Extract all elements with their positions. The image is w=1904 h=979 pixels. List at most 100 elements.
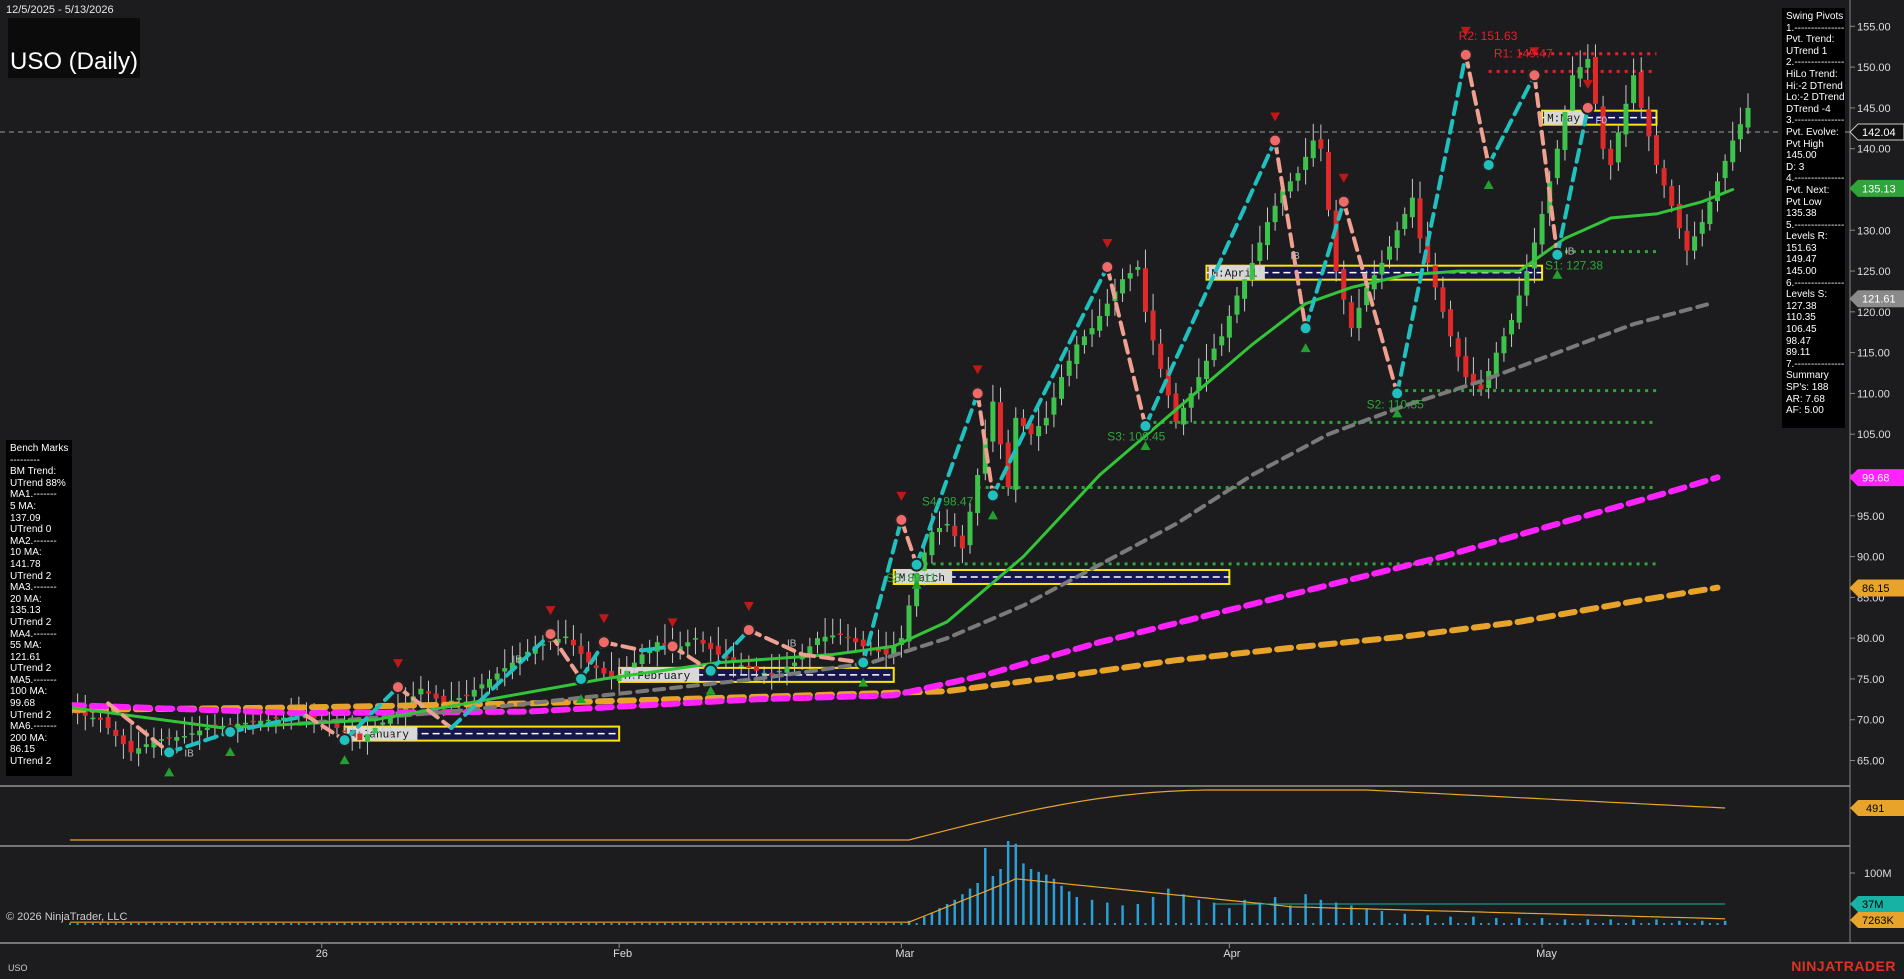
swing-pivot-line: 145.00 (1786, 150, 1817, 162)
candle-body (1066, 360, 1072, 376)
candle-body (1455, 338, 1461, 357)
candle-body (1577, 67, 1583, 79)
candle-body (578, 645, 584, 654)
candle-body (753, 666, 759, 671)
candle-body (845, 636, 851, 639)
bench-mark-line: MA3.------- (10, 582, 57, 594)
pivot-low-marker (703, 663, 718, 678)
ib-label: IB (184, 748, 194, 759)
candle-body (708, 642, 714, 650)
candle-body (860, 639, 866, 647)
candle-body (998, 402, 1004, 445)
candle-body (1684, 230, 1690, 251)
y-tick-label: 70.00 (1857, 715, 1885, 727)
chart-window: { "header": {"date_range": "12/5/2025 - … (0, 0, 1904, 979)
candle-body (1257, 242, 1263, 261)
candle-body (1295, 173, 1301, 181)
bench-mark-line: 121.61 (10, 651, 41, 663)
candle-body (959, 535, 965, 549)
pivot-high-marker (970, 386, 985, 401)
candle-body (1562, 111, 1568, 150)
candle-body (1592, 56, 1598, 104)
candle-body (1249, 262, 1255, 280)
candle-body (1539, 213, 1545, 245)
candle-body (1081, 336, 1087, 346)
f0-label: F0 (1595, 115, 1607, 126)
swing-pivot-line: Summary (1786, 370, 1829, 382)
candle-body (136, 748, 142, 754)
ib-label: IB (1565, 247, 1575, 258)
y-tick-label: 65.00 (1857, 756, 1885, 768)
candle-body (189, 733, 195, 735)
candle-body (1570, 75, 1576, 111)
candle-body (853, 638, 859, 643)
candle-body (143, 744, 149, 747)
swing-pivot-line: UTrend 1 (1786, 45, 1828, 57)
bench-mark-line: UTrend 2 (10, 709, 52, 721)
candle-body (624, 670, 630, 675)
candle-body (738, 665, 744, 667)
candle-body (1653, 135, 1659, 165)
candle-body (937, 528, 943, 533)
candle-body (593, 665, 599, 669)
candle-body (364, 734, 370, 743)
swing-pivot-line: 145.00 (1786, 266, 1817, 278)
candle-body (1219, 336, 1225, 346)
candle-body (166, 737, 172, 739)
candle-body (1699, 222, 1705, 234)
candle-body (1379, 262, 1385, 275)
chart-canvas[interactable]: 155.00150.00145.00140.00135.00130.00125.… (0, 0, 1904, 979)
bench-mark-line: UTrend 88% (10, 477, 66, 489)
ib-label: IB (512, 655, 522, 666)
candle-body (1623, 103, 1629, 135)
candle-body (197, 730, 203, 736)
swing-pivot-line: Pvt. Next: (1786, 184, 1830, 196)
candle-body (822, 636, 828, 642)
candle-body (471, 689, 477, 697)
y-tick-label: 95.00 (1857, 511, 1885, 523)
y-axis-marker-label: 121.61 (1862, 294, 1896, 306)
bench-mark-line: UTrend 2 (10, 756, 52, 768)
candle-body (1714, 181, 1720, 202)
candle-body (1432, 265, 1438, 288)
candle-body (1478, 384, 1484, 390)
candle-body (784, 666, 790, 673)
candle-body (929, 532, 935, 556)
swing-pivot-line: SP's: 188 (1786, 382, 1829, 393)
candle-body (967, 511, 973, 546)
candle-body (105, 717, 111, 728)
candle-body (181, 736, 187, 738)
candle-body (1745, 107, 1751, 128)
candle-body (502, 668, 508, 672)
candle-body (1326, 151, 1331, 210)
y-tick-label: 120.00 (1857, 307, 1891, 319)
candle-body (1089, 328, 1095, 335)
swing-pivot-line: Swing Pivots (1786, 11, 1844, 22)
candle-body (380, 722, 386, 725)
candle-body (1463, 356, 1469, 378)
symbol-label: USO (8, 963, 28, 973)
volume-marker-label: 37M (1862, 899, 1883, 911)
candle-body (1120, 279, 1126, 294)
bench-mark-line: UTrend 2 (10, 570, 52, 582)
candle-body (814, 638, 820, 646)
candle-body (975, 475, 981, 514)
bench-mark-line: UTrend 2 (10, 663, 52, 675)
candle-body (479, 684, 485, 689)
candle-body (418, 688, 424, 695)
swing-pivot-line: Pvt. Evolve: (1786, 126, 1839, 138)
bench-mark-line: 10 MA: (10, 547, 42, 559)
candle-body (792, 662, 798, 667)
swing-pivot-line: 135.38 (1786, 208, 1817, 220)
candle-body (1531, 242, 1537, 269)
candle-body (692, 638, 698, 640)
bench-mark-line: 20 MA: (10, 593, 42, 605)
candle-body (1043, 417, 1049, 426)
candle-body (1348, 302, 1354, 329)
candle-body (1501, 336, 1507, 354)
candle-body (1646, 109, 1652, 137)
candle-body (906, 605, 912, 642)
candle-body (159, 739, 165, 741)
level-label: S3: 106.45 (1107, 429, 1165, 443)
swing-pivot-line: 6.--------------- (1786, 277, 1845, 289)
